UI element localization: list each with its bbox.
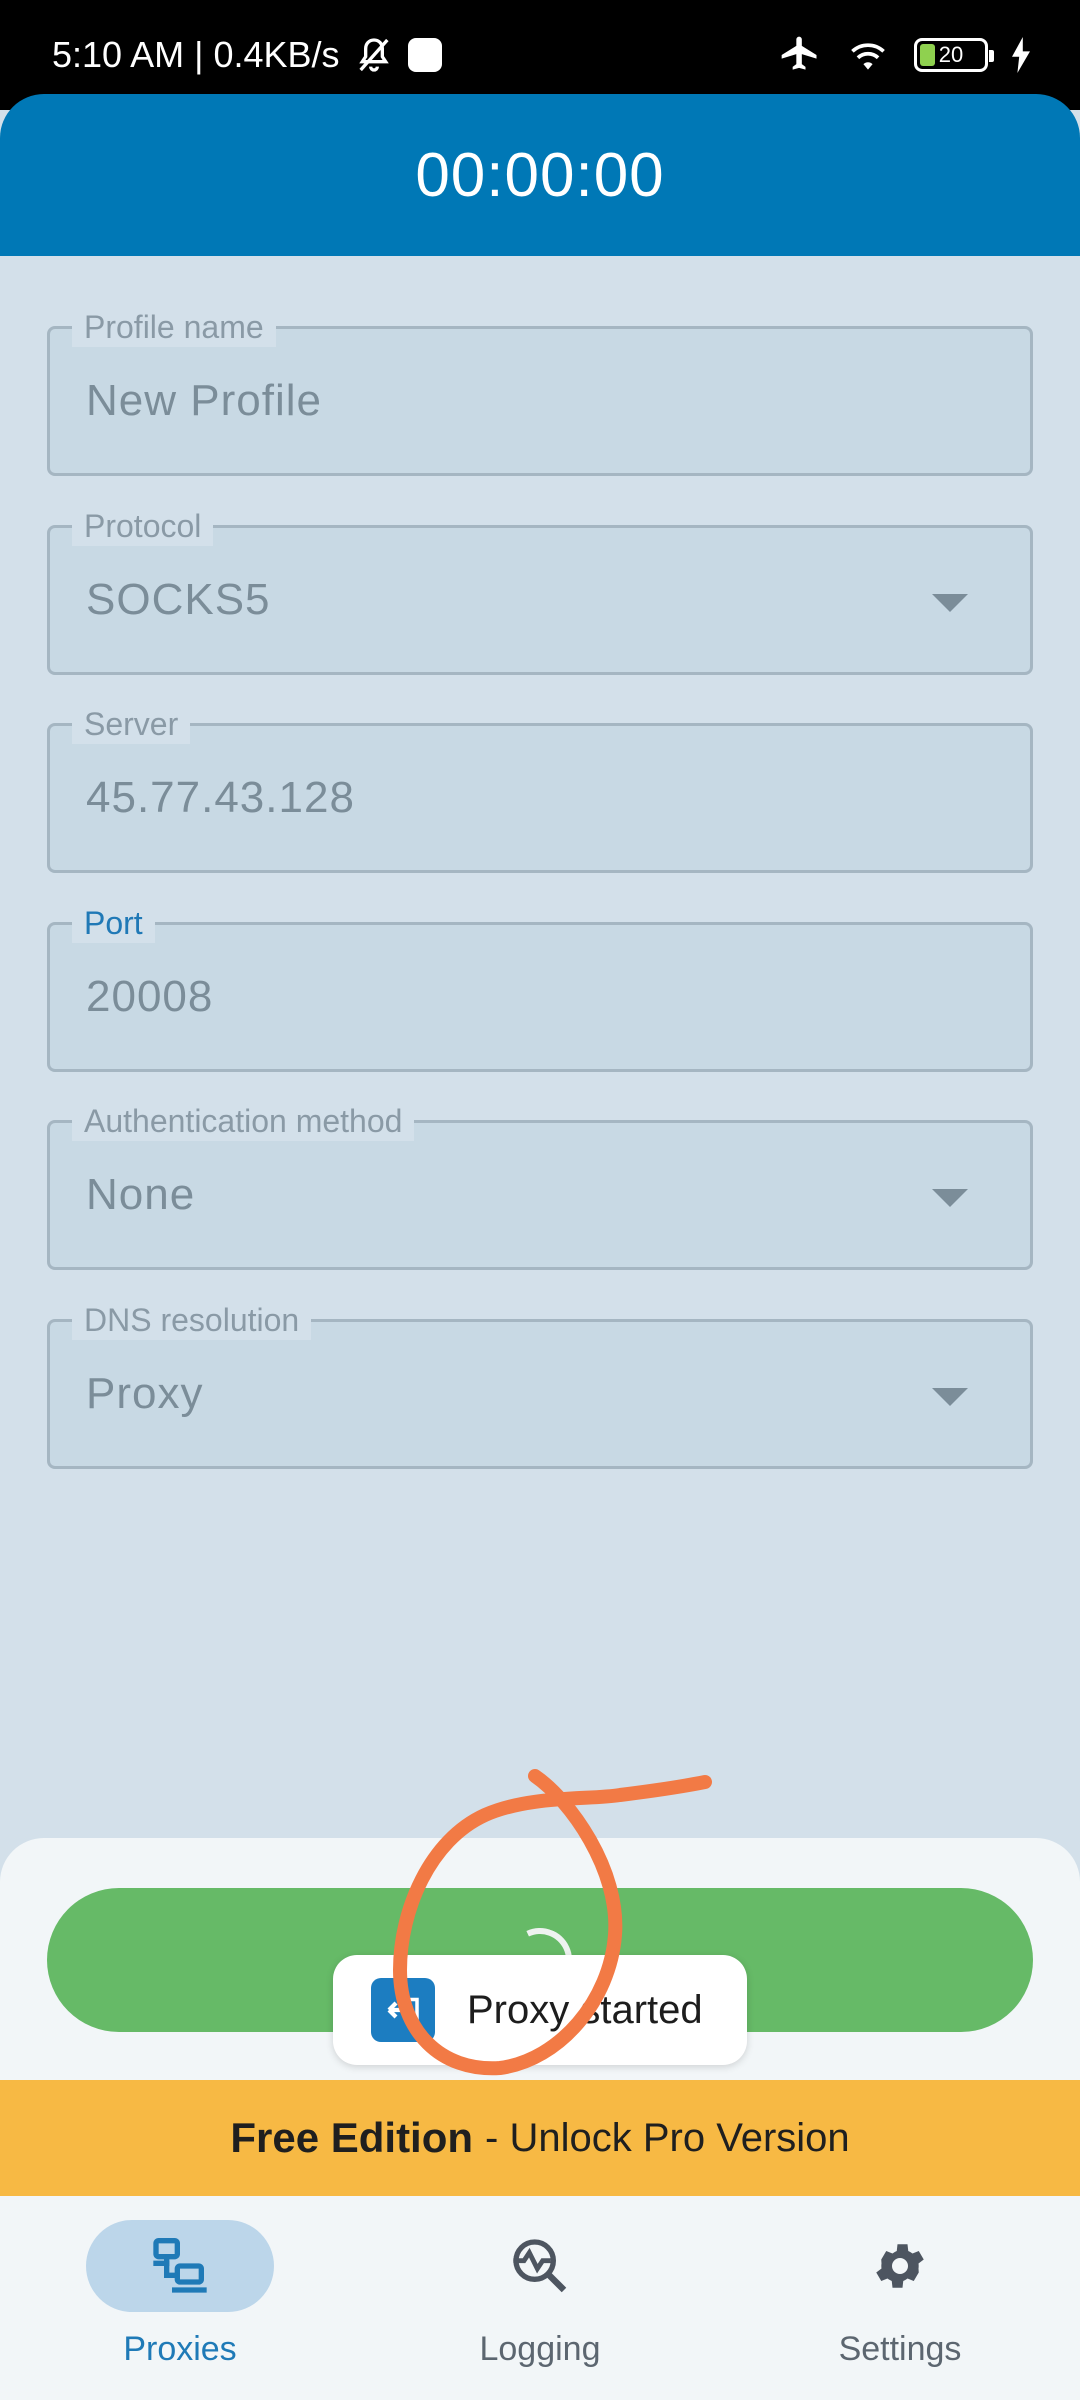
server-value: 45.77.43.128 [86,773,355,822]
connection-timer: 00:00:00 [415,140,665,210]
nav-label-logging: Logging [479,2330,601,2368]
chevron-down-icon [932,1189,968,1207]
chevron-down-icon [932,1388,968,1406]
auth-method-value: None [86,1170,196,1219]
nav-label-proxies: Proxies [123,2330,237,2368]
dns-resolution-select[interactable]: DNS resolution Proxy [47,1300,1033,1469]
logging-icon [513,2239,567,2293]
nav-pill-logging [446,2220,634,2312]
banner-edition: Free Edition [230,2114,474,2161]
notification-square-icon [407,38,442,72]
gear-icon [876,2244,924,2288]
charging-icon [1012,37,1030,73]
app-header: 00:00:00 [0,94,1080,256]
auth-method-select[interactable]: Authentication method None [47,1101,1033,1270]
banner-unlock-text: - Unlock Pro Version [485,2115,850,2160]
bottom-navigation: Proxies Logging Settings [0,2196,1080,2400]
app-logo-icon [371,1978,435,2042]
proxies-icon [153,2238,207,2293]
dns-resolution-value: Proxy [86,1369,204,1418]
chevron-down-icon [932,594,968,612]
battery-level: 20 [938,42,964,67]
nav-item-proxies[interactable]: Proxies [50,2220,310,2390]
nav-item-logging[interactable]: Logging [410,2220,670,2390]
status-right: 20 [778,33,1032,77]
nav-label-settings: Settings [838,2330,962,2368]
port-field[interactable]: Port 20008 [47,903,1033,1072]
server-field[interactable]: Server 45.77.43.128 [47,704,1033,873]
airplane-icon [781,36,817,70]
status-left: 5:10 AM | 0.4KB/s [52,34,442,76]
status-time-speed: 5:10 AM | 0.4KB/s [52,34,340,75]
toast-text: Proxy started [467,1987,703,2032]
nav-pill-settings [806,2220,994,2312]
upgrade-banner[interactable]: Free Edition - Unlock Pro Version [0,2080,1080,2196]
wifi-icon [851,43,885,70]
protocol-select[interactable]: Protocol SOCKS5 [47,506,1033,675]
battery-icon: 20 [914,38,994,72]
bell-muted-icon [358,38,389,72]
port-value: 20008 [86,972,214,1021]
profile-name-value: New Profile [86,376,322,425]
protocol-value: SOCKS5 [86,575,271,624]
profile-name-field[interactable]: Profile name New Profile [47,307,1033,476]
nav-item-settings[interactable]: Settings [770,2220,1030,2390]
nav-pill-proxies [86,2220,274,2312]
toast-notification: Proxy started [333,1955,747,2065]
